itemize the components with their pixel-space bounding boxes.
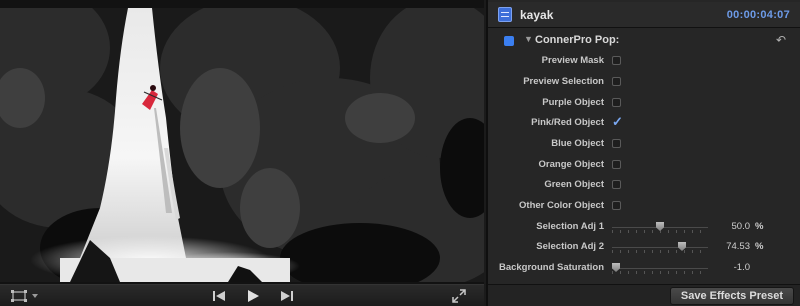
transport-controls: [204, 287, 302, 305]
reset-arrow-icon[interactable]: ↶: [776, 33, 786, 47]
effect-header: ▼ ConnerPro Pop: ↶: [488, 30, 800, 50]
pink-red-object-checkbox[interactable]: ✓: [612, 114, 623, 129]
slider-ticks: [612, 271, 708, 274]
inspector-panel: kayak 00:00:04:07 ▼ ConnerPro Pop: ↶ Pre…: [486, 0, 800, 306]
viewer-panel: [0, 0, 484, 306]
viewer-toolbar: [0, 284, 484, 306]
preview-mask-checkbox[interactable]: [612, 56, 621, 65]
other-color-object-checkbox[interactable]: [612, 201, 621, 210]
clip-name: kayak: [520, 8, 554, 22]
green-object-checkbox[interactable]: [612, 180, 621, 189]
selection-adj-2-slider[interactable]: [612, 242, 708, 253]
blue-object-checkbox[interactable]: [612, 139, 621, 148]
param-label: Other Color Object: [519, 200, 604, 211]
background-saturation-slider[interactable]: [612, 263, 708, 274]
param-label: Selection Adj 1: [536, 221, 604, 232]
effect-name: ConnerPro Pop:: [535, 34, 620, 46]
selection-adj-1-slider[interactable]: [612, 222, 708, 233]
param-selection-adj-2: Selection Adj 2 74.53 %: [488, 238, 800, 256]
param-other-color-object: Other Color Object: [488, 197, 800, 215]
next-frame-icon: [281, 291, 293, 301]
fullscreen-icon: [452, 289, 466, 303]
inspector-header: kayak 00:00:04:07: [488, 2, 800, 28]
effect-enable-checkbox[interactable]: [504, 36, 514, 46]
param-selection-adj-1: Selection Adj 1 50.0 %: [488, 218, 800, 236]
orange-object-checkbox[interactable]: [612, 160, 621, 169]
slider-track: [612, 247, 708, 248]
checkmark-icon: ✓: [612, 114, 623, 129]
video-frame: [0, 8, 484, 282]
disclosure-triangle-icon[interactable]: ▼: [524, 34, 533, 44]
param-purple-object: Purple Object: [488, 94, 800, 112]
next-frame-button[interactable]: [272, 287, 302, 305]
purple-object-checkbox[interactable]: [612, 98, 621, 107]
fullscreen-button[interactable]: [448, 288, 470, 304]
param-label: Blue Object: [551, 138, 604, 149]
selection-adj-1-value[interactable]: 50.0: [712, 221, 751, 232]
play-button[interactable]: [238, 287, 268, 305]
unit-label: %: [755, 241, 764, 252]
param-label: Preview Selection: [523, 76, 604, 87]
slider-track: [612, 268, 708, 269]
param-preview-selection: Preview Selection: [488, 73, 800, 91]
slider-ticks: [612, 250, 708, 253]
param-background-saturation: Background Saturation -1.0: [488, 259, 800, 277]
param-pink-red-object: Pink/Red Object ✓: [488, 114, 800, 132]
video-clip-icon: [498, 7, 512, 22]
param-blue-object: Blue Object: [488, 135, 800, 153]
param-label: Preview Mask: [541, 55, 604, 66]
unit-label: %: [755, 221, 764, 232]
param-label: Selection Adj 2: [536, 241, 604, 252]
previous-frame-icon: [213, 291, 225, 301]
preview-selection-checkbox[interactable]: [612, 77, 621, 86]
inspector-footer: Save Effects Preset: [488, 284, 800, 306]
param-orange-object: Orange Object: [488, 156, 800, 174]
background-saturation-value[interactable]: -1.0: [712, 262, 750, 273]
param-label: Orange Object: [538, 159, 604, 170]
crop-view-icon: [11, 290, 38, 302]
waterfall-image: [0, 8, 484, 282]
param-label: Green Object: [544, 179, 604, 190]
param-preview-mask: Preview Mask: [488, 52, 800, 70]
param-label: Purple Object: [542, 97, 604, 108]
param-label: Pink/Red Object: [531, 117, 604, 128]
previous-frame-button[interactable]: [204, 287, 234, 305]
view-options-button[interactable]: [8, 288, 42, 304]
save-effects-preset-button[interactable]: Save Effects Preset: [669, 287, 794, 305]
play-icon: [248, 290, 259, 302]
selection-adj-2-value[interactable]: 74.53: [712, 241, 750, 252]
param-green-object: Green Object: [488, 176, 800, 194]
timecode: 00:00:04:07: [726, 9, 790, 21]
param-label: Background Saturation: [498, 262, 604, 273]
